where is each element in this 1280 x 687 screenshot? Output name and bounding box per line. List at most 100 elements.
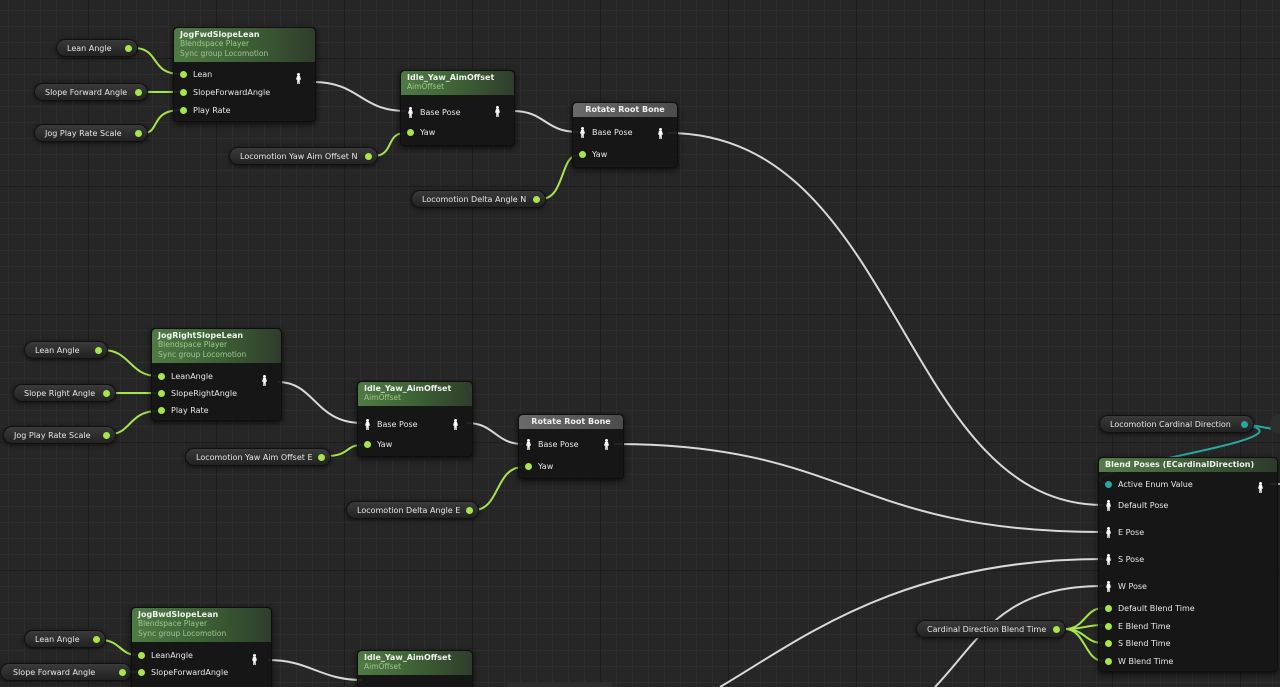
output-pin[interactable] [93,636,100,643]
aim-offset-node-e[interactable]: Idle_Yaw_AimOffset AimOffset Base Pose Y… [357,381,473,457]
pin-default-blend-time[interactable]: Default Blend Time [1105,604,1195,613]
node-header[interactable]: Idle_Yaw_AimOffset AimOffset [358,382,472,406]
pin-default-pose[interactable]: Default Pose [1105,500,1168,511]
anim-graph-canvas[interactable]: Lean Angle Slope Forward Angle Jog Play … [0,0,1280,687]
slope-forward-angle-getter[interactable]: Slope Forward Angle [34,83,148,101]
pin-w-pose[interactable]: W Pose [1105,581,1147,592]
aim-offset-node-s[interactable]: Idle_Yaw_AimOffset AimOffset [357,650,473,687]
float-pin-icon[interactable] [180,107,187,114]
output-pin[interactable] [533,196,540,203]
pin-slope-forward-angle[interactable]: SlopeForwardAngle [138,668,228,677]
output-pose-icon[interactable] [251,654,258,665]
pose-pin-icon[interactable] [1105,554,1112,565]
pin-lean[interactable]: Lean [180,70,212,79]
pin-base-pose[interactable]: Base Pose [579,127,633,138]
output-pin[interactable] [1241,421,1248,428]
node-header[interactable]: Blend Poses (ECardinalDirection) [1099,458,1277,472]
pin-yaw[interactable]: Yaw [525,462,553,471]
pose-pin-icon[interactable] [579,127,586,138]
rotate-root-bone-node-n[interactable]: Rotate Root Bone Base Pose Yaw [572,102,678,168]
output-pose-icon[interactable] [261,375,268,386]
output-pose-icon[interactable] [452,419,459,430]
float-pin-icon[interactable] [158,390,165,397]
pose-pin-icon[interactable] [1105,527,1112,538]
pin-w-blend-time[interactable]: W Blend Time [1105,657,1173,666]
output-pose-icon[interactable] [494,106,501,117]
lean-angle-getter[interactable]: Lean Angle [24,341,108,359]
pin-lean-angle[interactable]: LeanAngle [138,651,193,660]
pin-base-pose[interactable]: Base Pose [364,419,418,430]
float-pin-icon[interactable] [138,669,145,676]
locomotion-yaw-aim-offset-n-getter[interactable]: Locomotion Yaw Aim Offset N [229,147,378,165]
output-pin[interactable] [95,347,102,354]
pin-e-pose[interactable]: E Pose [1105,527,1144,538]
float-pin-icon[interactable] [1105,605,1112,612]
pin-yaw[interactable]: Yaw [579,150,607,159]
output-pin[interactable] [103,432,110,439]
pin-slope-forward-angle[interactable]: SlopeForwardAngle [180,88,270,97]
output-pose-icon[interactable] [295,73,302,84]
pin-base-pose[interactable]: Base Pose [525,439,579,450]
lean-angle-getter[interactable]: Lean Angle [24,630,106,648]
rotate-root-bone-node-e[interactable]: Rotate Root Bone Base Pose Yaw [518,414,624,479]
pin-s-pose[interactable]: S Pose [1105,554,1144,565]
output-pin[interactable] [365,153,372,160]
pin-play-rate[interactable]: Play Rate [158,406,209,415]
output-pose-icon[interactable] [603,439,610,450]
blendspace-player-node-fwd[interactable]: JogFwdSlopeLean Blendspace Player Sync g… [173,27,316,122]
node-header[interactable]: JogRightSlopeLean Blendspace Player Sync… [152,329,281,363]
float-pin-icon[interactable] [158,407,165,414]
output-pin[interactable] [466,507,473,514]
pin-slope-right-angle[interactable]: SlopeRightAngle [158,389,237,398]
lean-angle-getter[interactable]: Lean Angle [56,39,138,57]
pose-pin-icon[interactable] [525,439,532,450]
pin-s-blend-time[interactable]: S Blend Time [1105,639,1171,648]
cardinal-direction-blend-time-getter[interactable]: Cardinal Direction Blend Time [916,620,1066,638]
float-pin-icon[interactable] [180,71,187,78]
blendspace-player-node-bwd[interactable]: JogBwdSlopeLean Blendspace Player Sync g… [131,607,272,687]
offscreen-node[interactable] [1270,414,1280,434]
pin-yaw[interactable]: Yaw [364,440,392,449]
locomotion-delta-angle-n-getter[interactable]: Locomotion Delta Angle N [411,190,546,208]
slope-forward-angle-getter[interactable]: Slope Forward Angle [0,663,132,681]
output-pin[interactable] [135,89,142,96]
float-pin-icon[interactable] [1105,623,1112,630]
float-pin-icon[interactable] [1105,640,1112,647]
output-pin[interactable] [119,669,126,676]
node-header[interactable]: Idle_Yaw_AimOffset AimOffset [358,651,472,675]
pin-e-blend-time[interactable]: E Blend Time [1105,622,1171,631]
float-pin-icon[interactable] [525,463,532,470]
blendspace-player-node-right[interactable]: JogRightSlopeLean Blendspace Player Sync… [151,328,282,421]
locomotion-delta-angle-e-getter[interactable]: Locomotion Delta Angle E [346,501,479,519]
pose-pin-icon[interactable] [1105,581,1112,592]
pin-yaw[interactable]: Yaw [407,128,435,137]
blend-poses-node[interactable]: Blend Poses (ECardinalDirection) Active … [1098,457,1278,672]
output-pin[interactable] [318,454,325,461]
output-pin[interactable] [103,390,110,397]
output-pose-icon[interactable] [657,128,664,139]
float-pin-icon[interactable] [579,151,586,158]
aim-offset-node-n[interactable]: Idle_Yaw_AimOffset AimOffset Base Pose Y… [400,70,515,146]
locomotion-yaw-aim-offset-e-getter[interactable]: Locomotion Yaw Aim Offset E [185,448,331,466]
node-header[interactable]: JogFwdSlopeLean Blendspace Player Sync g… [174,28,315,62]
output-pin[interactable] [125,45,132,52]
float-pin-icon[interactable] [407,129,414,136]
pin-active-enum-value[interactable]: Active Enum Value [1105,480,1193,489]
jog-play-rate-scale-getter[interactable]: Jog Play Rate Scale [34,124,148,142]
pose-pin-icon[interactable] [1105,500,1112,511]
locomotion-cardinal-direction-getter[interactable]: Locomotion Cardinal Direction [1099,415,1254,433]
pin-play-rate[interactable]: Play Rate [180,106,231,115]
float-pin-icon[interactable] [138,652,145,659]
output-pin[interactable] [135,130,142,137]
node-header[interactable]: Idle_Yaw_AimOffset AimOffset [401,71,514,95]
node-header[interactable]: Rotate Root Bone [573,103,677,117]
float-pin-icon[interactable] [364,441,371,448]
node-header[interactable]: JogBwdSlopeLean Blendspace Player Sync g… [132,608,271,642]
rotate-root-bone-node-s[interactable] [508,682,612,687]
enum-pin-icon[interactable] [1105,481,1112,488]
pin-lean-angle[interactable]: LeanAngle [158,372,213,381]
node-header[interactable]: Rotate Root Bone [519,415,623,429]
pose-pin-icon[interactable] [364,419,371,430]
slope-right-angle-getter[interactable]: Slope Right Angle [13,384,116,402]
float-pin-icon[interactable] [1105,658,1112,665]
